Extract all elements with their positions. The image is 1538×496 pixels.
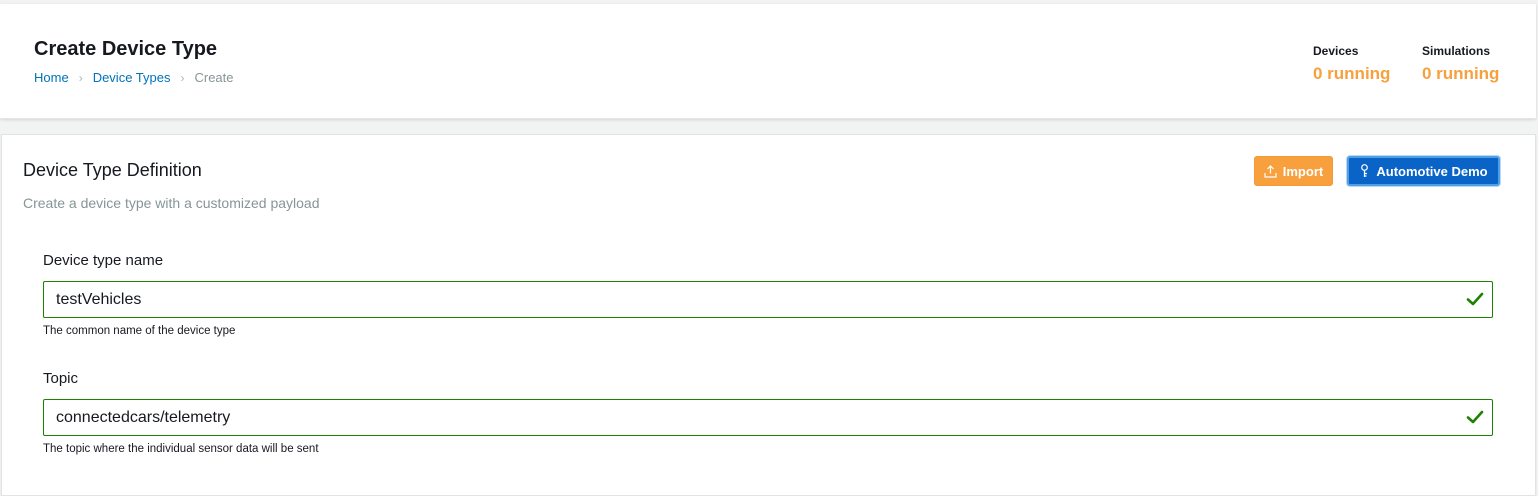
simulations-stat-value: 0 running [1422, 64, 1500, 83]
breadcrumb-home[interactable]: Home [34, 70, 69, 85]
chevron-right-icon: › [78, 70, 83, 85]
devices-stat-value: 0 running [1313, 64, 1391, 83]
breadcrumb-current: Create [194, 70, 234, 85]
topic-field[interactable] [43, 399, 1493, 436]
device-type-name-hint: The common name of the device type [43, 325, 236, 337]
automotive-demo-button[interactable]: Automotive Demo [1347, 156, 1500, 186]
import-button[interactable]: Import [1254, 156, 1333, 186]
car-key-icon [1359, 164, 1370, 178]
chevron-right-icon: › [180, 70, 185, 85]
section-subtitle: Create a device type with a customized p… [23, 195, 320, 211]
page-title: Create Device Type [34, 38, 218, 60]
device-type-name-input[interactable] [44, 282, 1436, 317]
devices-stat-label: Devices [1313, 44, 1359, 58]
upload-icon [1264, 164, 1277, 178]
import-button-label: Import [1282, 163, 1324, 179]
device-type-definition-card: Device Type Definition Create a device t… [1, 134, 1536, 496]
simulations-stat: Simulations 0 running [1422, 44, 1499, 84]
devices-stat: Devices 0 running [1313, 44, 1390, 84]
breadcrumb-device-types[interactable]: Device Types [93, 70, 171, 85]
page-header: Create Device Type Home › Device Types ›… [0, 4, 1536, 119]
checkmark-icon [1466, 409, 1484, 430]
automotive-demo-button-label: Automotive Demo [1376, 163, 1488, 179]
checkmark-icon [1466, 291, 1484, 312]
topic-hint: The topic where the individual sensor da… [43, 443, 319, 455]
topic-label: Topic [43, 370, 79, 387]
topic-input[interactable] [44, 400, 1436, 435]
breadcrumb: Home › Device Types › Create [34, 70, 234, 85]
device-type-name-label: Device type name [43, 252, 164, 269]
device-type-name-field[interactable] [43, 281, 1493, 318]
simulations-stat-label: Simulations [1422, 44, 1491, 58]
section-title: Device Type Definition [23, 160, 202, 180]
